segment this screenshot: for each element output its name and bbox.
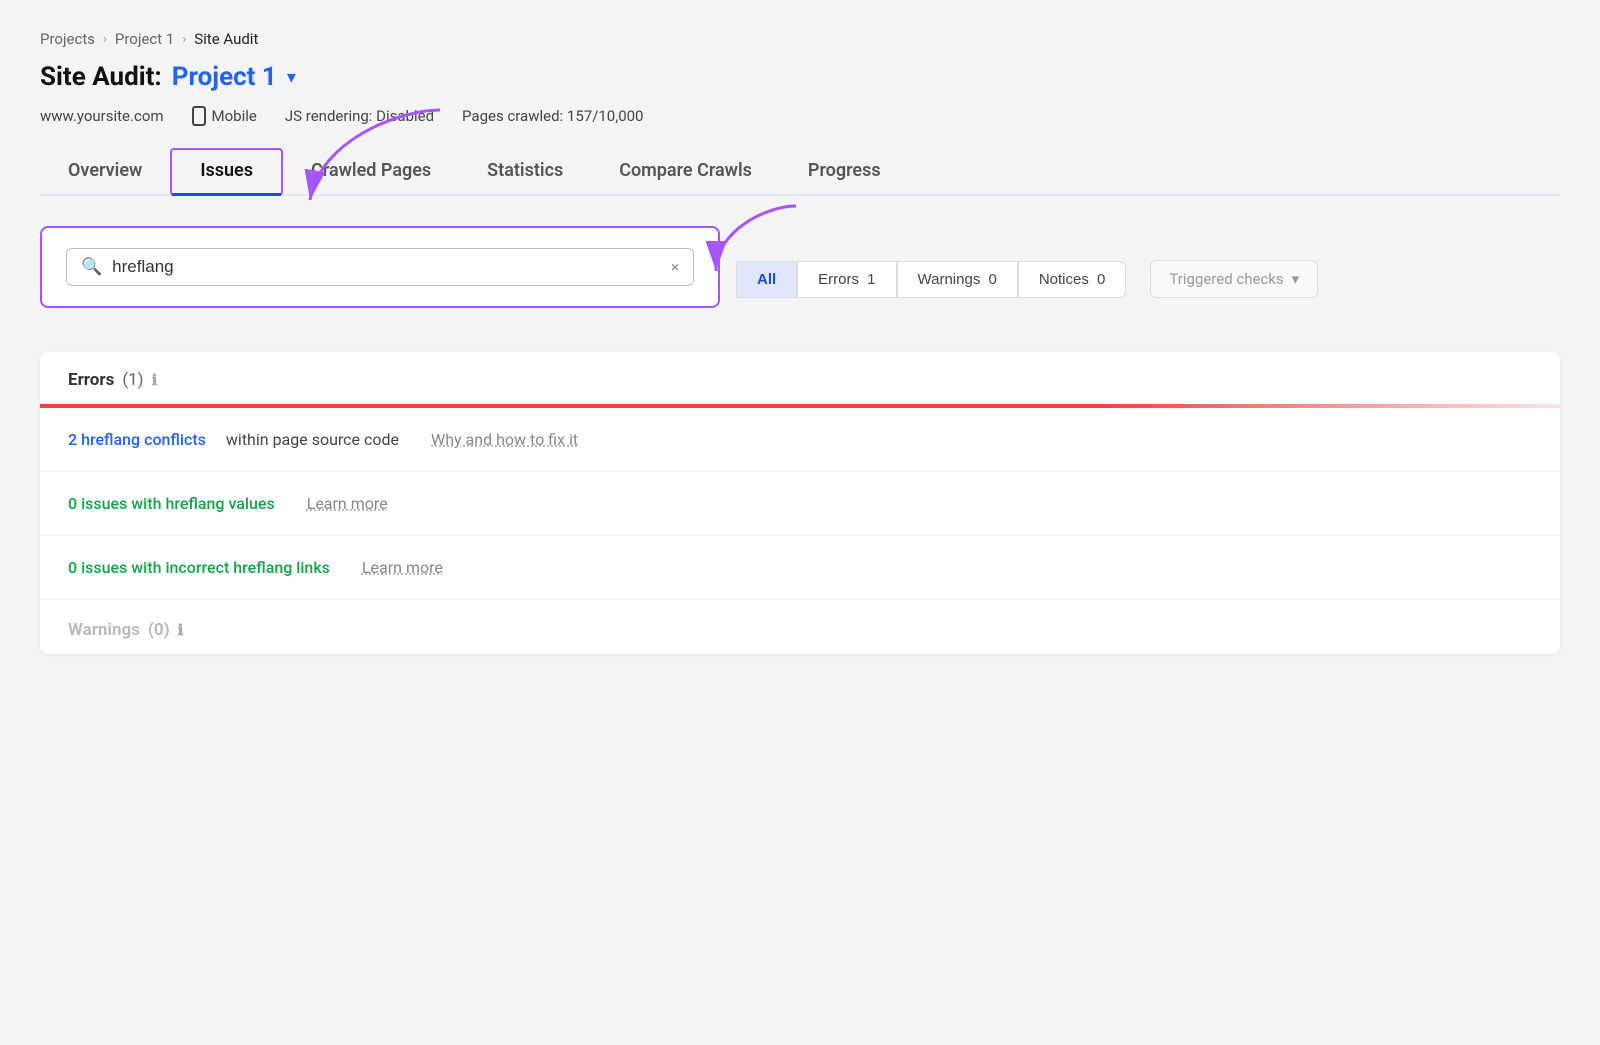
tab-overview[interactable]: Overview — [40, 150, 170, 196]
warnings-heading: Warnings — [68, 620, 140, 640]
site-meta: www.yoursite.com Mobile JS rendering: Di… — [40, 106, 1560, 126]
filter-errors-button[interactable]: Errors 1 — [797, 261, 896, 298]
errors-count: 1 — [867, 271, 875, 288]
project-name[interactable]: Project 1 — [172, 62, 277, 92]
errors-section-header: Errors (1) ℹ — [40, 352, 1560, 404]
breadcrumb-project1[interactable]: Project 1 — [115, 30, 174, 48]
site-url: www.yoursite.com — [40, 107, 164, 125]
errors-heading-count: (1) — [122, 370, 143, 390]
breadcrumb: Projects › Project 1 › Site Audit — [40, 30, 1560, 48]
page-title-label: Site Audit: — [40, 62, 162, 92]
tab-compare-crawls[interactable]: Compare Crawls — [591, 150, 780, 196]
mobile-icon — [192, 106, 206, 126]
breadcrumb-sep-2: › — [182, 32, 186, 47]
js-rendering: JS rendering: Disabled — [285, 107, 434, 125]
triggered-checks-arrow-icon: ▾ — [1292, 270, 1300, 288]
search-input-wrapper[interactable]: 🔍 × — [66, 248, 694, 286]
notices-count: 0 — [1097, 271, 1105, 288]
project-dropdown-icon[interactable]: ▾ — [287, 67, 296, 88]
issue-link-1[interactable]: 2 hreflang conflicts — [68, 430, 206, 449]
tab-crawled-pages[interactable]: Crawled Pages — [283, 150, 459, 196]
triggered-checks-dropdown[interactable]: Triggered checks ▾ — [1150, 260, 1318, 298]
search-section: 🔍 × — [40, 226, 720, 308]
breadcrumb-projects[interactable]: Projects — [40, 30, 95, 48]
tabs-bar: Overview Issues Crawled Pages Statistics… — [40, 148, 1560, 196]
issue-row-1: 2 hreflang conflicts within page source … — [40, 408, 1560, 472]
filter-row: 🔍 × All Errors 1 Warnings 0 Notices 0 — [40, 226, 1560, 332]
learn-more-link-2[interactable]: Learn more — [307, 494, 388, 513]
errors-info-icon[interactable]: ℹ — [152, 371, 158, 389]
learn-more-link-3[interactable]: Learn more — [362, 558, 443, 577]
warnings-heading-count: (0) — [148, 620, 170, 640]
filter-buttons-area: All Errors 1 Warnings 0 Notices 0 — [736, 261, 1126, 298]
filter-all-button[interactable]: All — [736, 261, 797, 298]
issue-row-3: 0 issues with incorrect hreflang links L… — [40, 536, 1560, 600]
pages-crawled: Pages crawled: 157/10,000 — [462, 107, 643, 125]
filter-notices-button[interactable]: Notices 0 — [1018, 261, 1127, 298]
issue-row-2: 0 issues with hreflang values Learn more — [40, 472, 1560, 536]
issues-section: Errors (1) ℹ 2 hreflang conflicts within… — [40, 352, 1560, 654]
filter-warnings-button[interactable]: Warnings 0 — [897, 261, 1018, 298]
warnings-section-header: Warnings (0) ℹ — [40, 600, 1560, 654]
breadcrumb-sep-1: › — [103, 32, 107, 47]
issue-link-2[interactable]: 0 issues with hreflang values — [68, 494, 275, 513]
triggered-checks-label: Triggered checks — [1169, 270, 1283, 288]
title-row: Site Audit: Project 1 ▾ — [40, 62, 1560, 92]
why-fix-link-1[interactable]: Why and how to fix it — [431, 430, 578, 449]
errors-heading: Errors — [68, 370, 114, 390]
clear-search-icon[interactable]: × — [671, 258, 679, 276]
search-input[interactable] — [112, 257, 661, 277]
warnings-count: 0 — [988, 271, 996, 288]
tab-issues-wrapper: Issues — [170, 148, 283, 196]
tab-statistics[interactable]: Statistics — [459, 150, 591, 196]
issue-text-1: within page source code — [226, 430, 399, 449]
breadcrumb-current: Site Audit — [194, 30, 258, 48]
warnings-info-icon[interactable]: ℹ — [178, 621, 184, 639]
search-icon: 🔍 — [81, 257, 102, 277]
tab-progress[interactable]: Progress — [780, 150, 909, 196]
tab-issues[interactable]: Issues — [172, 150, 281, 196]
device-label: Mobile — [212, 107, 257, 125]
issue-link-3[interactable]: 0 issues with incorrect hreflang links — [68, 558, 330, 577]
device-badge: Mobile — [192, 106, 257, 126]
